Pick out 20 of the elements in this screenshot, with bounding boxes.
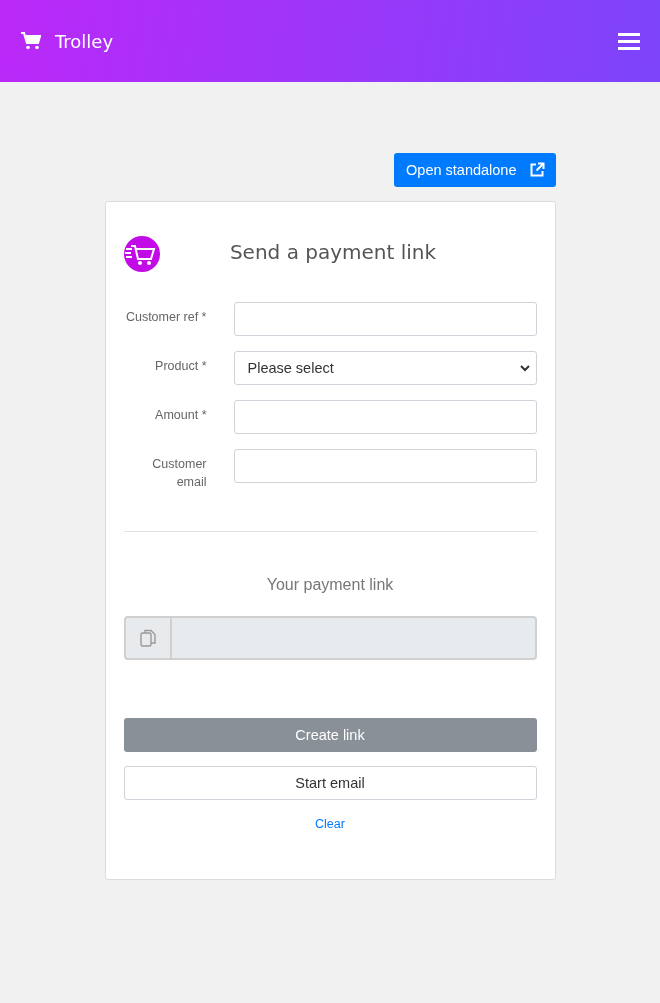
- clear-link[interactable]: Clear: [315, 817, 345, 831]
- section-title: Your payment link: [265, 576, 395, 594]
- start-email-button[interactable]: Start email: [123, 766, 537, 800]
- external-link-icon: [528, 162, 545, 178]
- field-label: Product *: [154, 358, 207, 375]
- product-dropdown[interactable]: Please select: [233, 351, 537, 385]
- cart-icon: [21, 32, 41, 50]
- chevron-icon: [519, 364, 530, 372]
- menu-icon[interactable]: [618, 32, 640, 50]
- cart-logo-icon: [123, 236, 160, 272]
- open-standalone-button[interactable]: Open standalone: [394, 153, 556, 187]
- field-label: Amount *: [154, 407, 207, 424]
- input-field[interactable]: [233, 449, 537, 483]
- form-title: Send a payment link: [228, 240, 438, 264]
- app-title: Trolley: [55, 30, 114, 52]
- field-label: Customer email: [151, 456, 207, 491]
- field-label: Customer ref *: [124, 309, 207, 326]
- copy-icon: [139, 629, 156, 647]
- input-field[interactable]: [233, 400, 537, 434]
- input-field[interactable]: [233, 302, 537, 336]
